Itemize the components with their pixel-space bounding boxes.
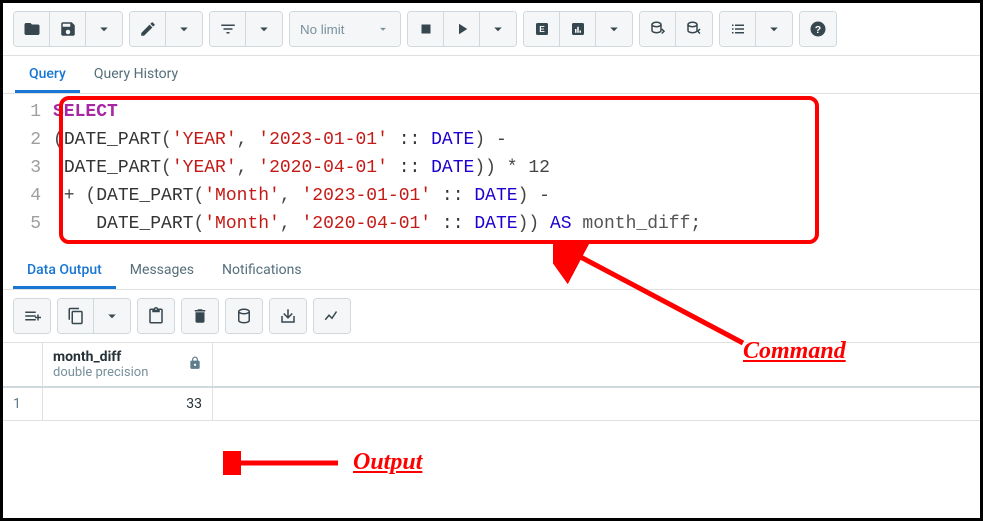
annotation-output: Output	[353, 449, 422, 476]
run-button[interactable]	[444, 12, 480, 46]
row-number: 1	[3, 388, 43, 420]
edit-dropdown[interactable]	[166, 12, 202, 46]
tab-data-output[interactable]: Data Output	[13, 252, 116, 289]
download-button[interactable]	[270, 299, 306, 333]
filter-icon	[219, 20, 237, 38]
save-data-button[interactable]	[226, 299, 262, 333]
line-num: 4	[3, 182, 53, 210]
macros-button[interactable]	[720, 12, 756, 46]
db-commit-icon	[649, 20, 667, 38]
line-num: 5	[3, 210, 53, 238]
main-toolbar: No limit E ?	[3, 3, 980, 56]
graph-button[interactable]	[314, 299, 350, 333]
filter-dropdown[interactable]	[246, 12, 282, 46]
line-num: 3	[3, 154, 53, 182]
analyze-dropdown[interactable]	[596, 12, 632, 46]
macros-dropdown[interactable]	[756, 12, 792, 46]
run-dropdown[interactable]	[480, 12, 516, 46]
lock-icon	[188, 356, 202, 374]
column-name: month_diff	[53, 349, 148, 365]
paste-button[interactable]	[138, 299, 174, 333]
query-tabs: Query Query History	[3, 56, 980, 94]
commit-button[interactable]	[640, 12, 676, 46]
column-header[interactable]: month_diff double precision	[43, 343, 213, 386]
add-row-icon	[23, 307, 41, 325]
tab-messages[interactable]: Messages	[116, 252, 208, 289]
edit-group	[129, 11, 203, 47]
filter-group	[209, 11, 283, 47]
data-grid: month_diff double precision 1 33	[3, 342, 980, 421]
limit-group: No limit	[289, 11, 401, 47]
explain-icon: E	[533, 20, 551, 38]
open-button[interactable]	[14, 12, 50, 46]
chevron-down-icon	[765, 20, 783, 38]
db-rollback-icon	[685, 20, 703, 38]
edit-button[interactable]	[130, 12, 166, 46]
limit-select[interactable]: No limit	[290, 12, 400, 46]
trash-icon	[191, 307, 209, 325]
tab-query[interactable]: Query	[15, 56, 80, 93]
grid-corner	[3, 343, 43, 386]
explain-group: E	[523, 11, 633, 47]
help-button[interactable]: ?	[800, 12, 836, 46]
sparkline-icon	[323, 307, 341, 325]
chevron-down-icon	[175, 20, 193, 38]
list-icon	[729, 20, 747, 38]
column-type: double precision	[53, 365, 148, 380]
exec-group	[407, 11, 517, 47]
arrow-output	[223, 451, 343, 475]
chevron-down-icon	[489, 20, 507, 38]
copy-button[interactable]	[58, 299, 94, 333]
save-dropdown[interactable]	[86, 12, 122, 46]
chevron-down-icon	[103, 307, 121, 325]
table-row[interactable]: 1 33	[3, 388, 980, 421]
rollback-button[interactable]	[676, 12, 712, 46]
play-icon	[453, 20, 471, 38]
commit-group	[639, 11, 713, 47]
pencil-icon	[139, 20, 157, 38]
stop-button[interactable]	[408, 12, 444, 46]
caret-down-icon	[376, 22, 390, 36]
tab-notifications[interactable]: Notifications	[208, 252, 316, 289]
result-tabs: Data Output Messages Notifications	[3, 252, 980, 290]
stop-icon	[417, 20, 435, 38]
help-icon: ?	[809, 20, 827, 38]
result-toolbar	[3, 290, 980, 342]
chevron-down-icon	[95, 20, 113, 38]
macros-group	[719, 11, 793, 47]
save-icon	[59, 20, 77, 38]
sql-editor[interactable]: 1SELECT 2(DATE_PART('YEAR', '2023-01-01'…	[3, 94, 980, 250]
db-save-icon	[235, 307, 253, 325]
folder-icon	[23, 20, 41, 38]
limit-label: No limit	[300, 22, 344, 37]
download-icon	[279, 307, 297, 325]
line-num: 1	[3, 98, 53, 126]
paste-icon	[147, 307, 165, 325]
tab-history[interactable]: Query History	[80, 56, 192, 93]
file-group	[13, 11, 123, 47]
svg-text:?: ?	[815, 24, 821, 36]
add-row-button[interactable]	[14, 299, 50, 333]
line-num: 2	[3, 126, 53, 154]
copy-icon	[67, 307, 85, 325]
explain-button[interactable]: E	[524, 12, 560, 46]
chevron-down-icon	[255, 20, 273, 38]
copy-dropdown[interactable]	[94, 299, 130, 333]
svg-text:E: E	[539, 25, 545, 34]
chevron-down-icon	[605, 20, 623, 38]
help-group: ?	[799, 11, 837, 47]
save-button[interactable]	[50, 12, 86, 46]
analyze-button[interactable]	[560, 12, 596, 46]
cell-value[interactable]: 33	[43, 388, 213, 420]
delete-button[interactable]	[182, 299, 218, 333]
chart-icon	[569, 20, 587, 38]
filter-button[interactable]	[210, 12, 246, 46]
